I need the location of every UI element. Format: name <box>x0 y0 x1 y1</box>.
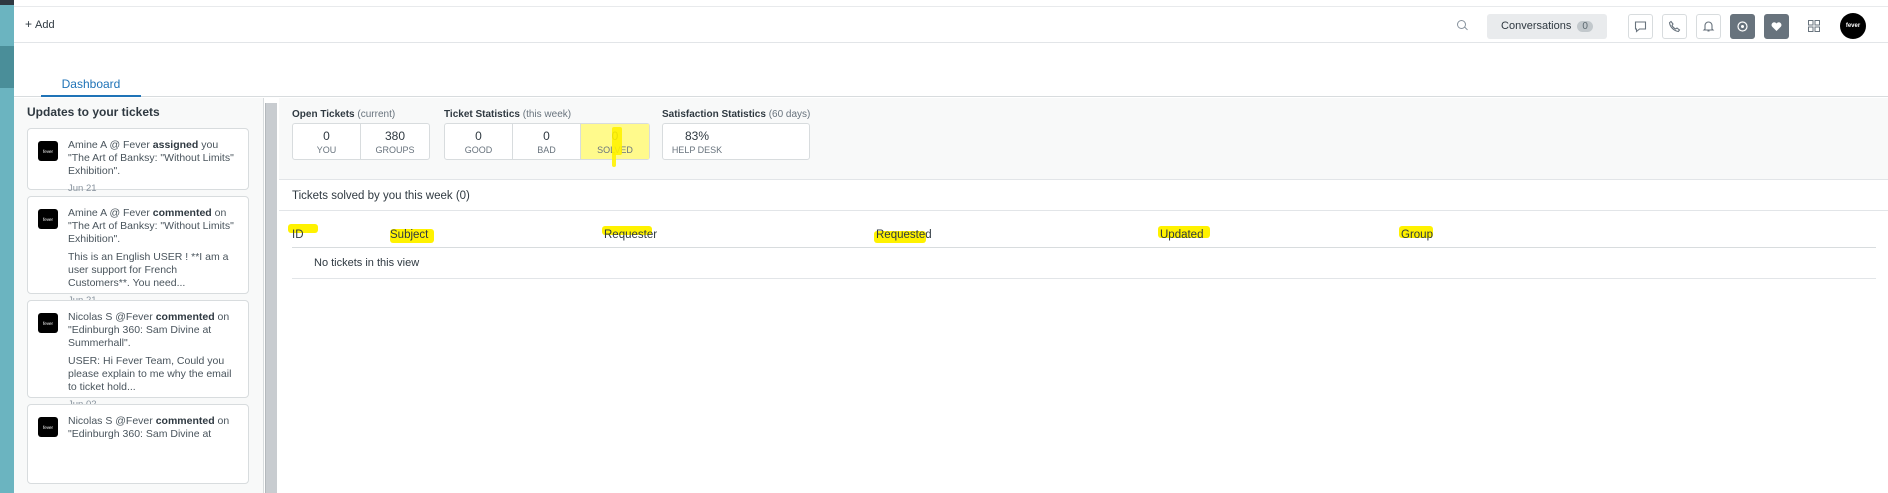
update-subject: "Edinburgh 360: Sam Divine at Summerhall… <box>68 324 212 349</box>
update-card[interactable]: fever Nicolas S @Fever commented on "Edi… <box>27 300 249 410</box>
user-avatar[interactable]: fever <box>1840 13 1866 39</box>
stat-title: Ticket Statistics (this week) <box>444 109 572 120</box>
phone-icon[interactable] <box>1662 13 1687 39</box>
stat-good[interactable]: 0 GOOD <box>445 124 513 159</box>
update-action: commented <box>155 311 215 323</box>
top-bar: + Add Conversations 0 fever <box>14 6 1888 43</box>
add-label: Add <box>35 19 55 31</box>
stat-value: 0 <box>543 129 550 143</box>
table-header: ID Subject Requester Requested Updated G… <box>288 224 1876 248</box>
empty-message: No tickets in this view <box>314 257 420 269</box>
update-subject: "Edinburgh 360: Sam Divine at <box>68 428 212 440</box>
stats-bar: Open Tickets (current) 0 YOU 380 GROUPS … <box>279 98 1888 180</box>
product-tray-icon[interactable] <box>1801 14 1826 39</box>
add-button[interactable]: + Add <box>25 17 55 31</box>
rail-selected-item[interactable] <box>0 46 14 88</box>
column-header-id[interactable]: ID <box>288 224 318 241</box>
column-header-updated[interactable]: Updated <box>1158 226 1210 241</box>
view-title: Tickets solved by you this week (0) <box>292 190 470 202</box>
stat-label: GOOD <box>464 145 493 155</box>
heart-icon[interactable] <box>1764 13 1789 39</box>
update-actor: Amine A @ Fever <box>68 207 150 219</box>
update-suffix: on <box>214 311 230 323</box>
main-content: Open Tickets (current) 0 YOU 380 GROUPS … <box>279 98 1888 493</box>
update-suffix: on <box>214 415 230 427</box>
fever-logo: fever <box>38 313 58 333</box>
product-rail <box>0 0 14 493</box>
update-card[interactable]: fever Amine A @ Fever commented on "The … <box>27 196 249 306</box>
stat-label: HELP DESK <box>671 145 723 155</box>
fever-logo: fever <box>38 141 58 161</box>
updates-title: Updates to your tickets <box>27 105 160 119</box>
column-header-requested[interactable]: Requested <box>874 229 932 243</box>
update-excerpt: This is an English USER ! **I am a user … <box>68 251 229 289</box>
highlight-mark <box>612 127 622 155</box>
stat-boxes: 0 YOU 380 GROUPS <box>292 123 430 160</box>
update-card[interactable]: fever Nicolas S @Fever commented on "Edi… <box>27 404 249 484</box>
header-actions: Conversations 0 fever <box>1455 11 1866 41</box>
tab-dashboard[interactable]: Dashboard <box>41 77 141 97</box>
update-subject: "The Art of Banksy: "Without Limits" Exh… <box>68 220 234 245</box>
fever-logo: fever <box>38 209 58 229</box>
stat-title: Open Tickets (current) <box>292 109 396 120</box>
fever-logo: fever <box>38 417 58 437</box>
update-action: assigned <box>152 139 199 151</box>
update-suffix: on <box>211 207 227 219</box>
stat-you[interactable]: 0 YOU <box>293 124 361 159</box>
stat-title: Satisfaction Statistics (60 days) <box>662 109 811 120</box>
conversations-button[interactable]: Conversations 0 <box>1487 13 1607 39</box>
update-excerpt: USER: Hi Fever Team, Could you please ex… <box>68 355 232 393</box>
stat-value: 83% <box>684 129 710 143</box>
bell-icon[interactable] <box>1696 13 1721 39</box>
updates-panel: Updates to your tickets fever Amine A @ … <box>14 98 264 493</box>
update-suffix: you <box>198 139 219 151</box>
stat-boxes: 83% HELP DESK <box>662 123 811 160</box>
column-header-group[interactable]: Group <box>1399 226 1433 241</box>
stat-value: 0 <box>323 129 330 143</box>
column-header-subject[interactable]: Subject <box>390 229 434 243</box>
plus-icon: + <box>25 17 33 31</box>
update-actor: Nicolas S @Fever <box>68 311 153 323</box>
updates-scrollbar[interactable] <box>265 103 277 493</box>
stat-value: 0 <box>475 129 482 143</box>
search-icon[interactable] <box>1455 19 1469 33</box>
stat-help-desk[interactable]: 83% HELP DESK <box>663 124 731 159</box>
status-icon[interactable] <box>1730 13 1755 39</box>
chat-icon[interactable] <box>1628 13 1653 39</box>
update-actor: Amine A @ Fever <box>68 139 150 151</box>
stat-label: GROUPS <box>375 145 415 155</box>
table-empty-row: No tickets in this view <box>292 249 1876 279</box>
update-actor: Nicolas S @Fever <box>68 415 153 427</box>
stat-bad[interactable]: 0 BAD <box>513 124 581 159</box>
stat-label: BAD <box>537 145 556 155</box>
conversations-label: Conversations <box>1501 20 1572 32</box>
column-header-requester[interactable]: Requester <box>602 226 657 241</box>
stat-value: 380 <box>384 129 406 143</box>
stat-label: YOU <box>316 145 337 155</box>
divider <box>279 210 1888 211</box>
update-date: Jun 21 <box>68 183 97 194</box>
rail-top <box>0 0 14 5</box>
update-subject: "The Art of Banksy: "Without Limits" Exh… <box>68 152 234 177</box>
update-card[interactable]: fever Amine A @ Fever assigned you "The … <box>27 128 249 194</box>
satisfaction-statistics: Satisfaction Statistics (60 days) 83% HE… <box>662 109 811 160</box>
conversations-count-badge: 0 <box>1577 20 1593 32</box>
update-action: commented <box>155 415 215 427</box>
update-action: commented <box>152 207 212 219</box>
highlight-mark <box>612 153 616 167</box>
open-tickets-stats: Open Tickets (current) 0 YOU 380 GROUPS <box>292 109 430 160</box>
tab-bar: Dashboard <box>14 44 1888 97</box>
stat-groups[interactable]: 380 GROUPS <box>361 124 429 159</box>
